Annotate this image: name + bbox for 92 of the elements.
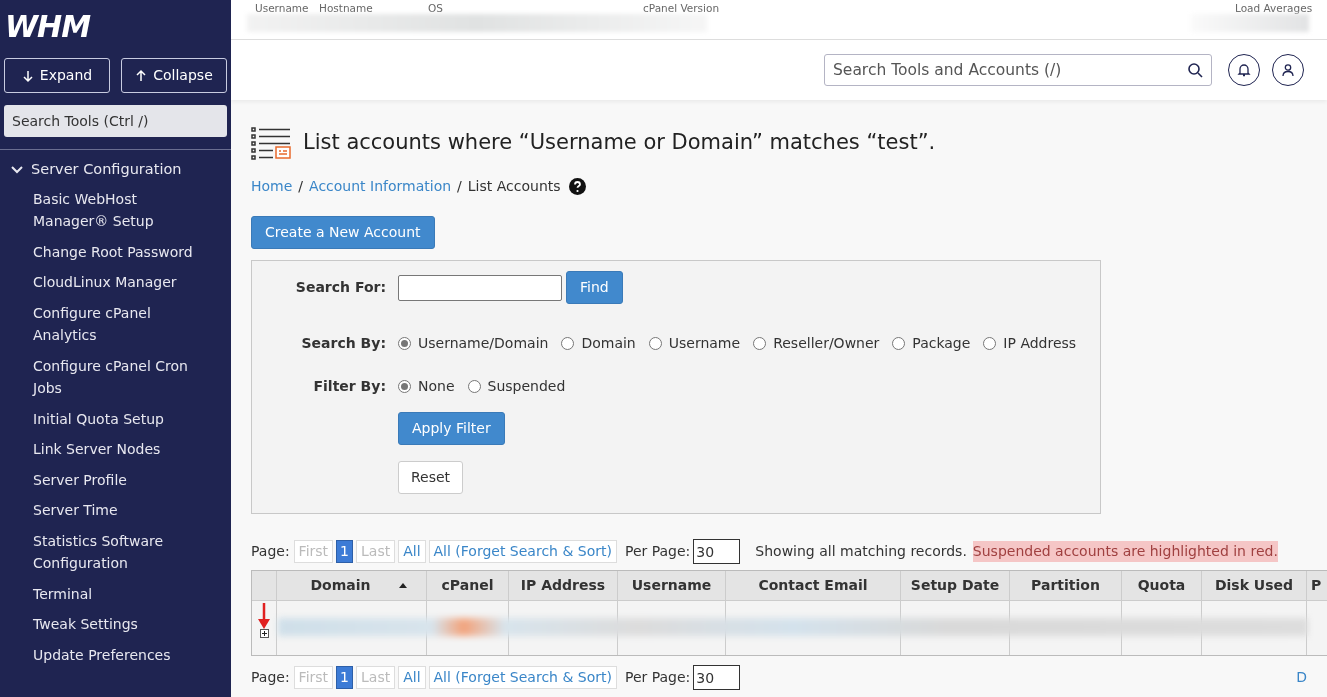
find-button[interactable]: Find [566, 271, 623, 304]
bell-icon [1237, 63, 1251, 77]
suspended-note: Suspended accounts are highlighted in red. [972, 541, 1278, 562]
apply-filter-button[interactable]: Apply Filter [398, 412, 505, 445]
breadcrumb-link[interactable]: Home [251, 176, 293, 197]
sidebar-item[interactable]: Statistics Software Configuration [33, 525, 211, 579]
page-button[interactable]: All [398, 666, 426, 689]
column-header[interactable]: cPanel [427, 571, 509, 600]
field-label: Search By: [300, 334, 386, 353]
sidebar-item[interactable]: Tweak Settings [33, 609, 138, 640]
info-label: Username [255, 1, 309, 16]
column-header[interactable]: Setup Date [901, 571, 1010, 600]
search-field[interactable]: Search Tools (Ctrl /) [4, 105, 227, 137]
sidebar-item[interactable]: Terminal [33, 578, 93, 610]
arrow-up-icon [135, 68, 148, 83]
section-header[interactable]: Server Configuration [0, 150, 231, 184]
column-header[interactable]: IP Address [509, 571, 618, 600]
expand-button[interactable]: Expand [4, 58, 110, 93]
column-header[interactable]: Username [618, 571, 726, 600]
search-field[interactable]: Search Tools and Accounts (/) [824, 54, 1212, 86]
page-button[interactable]: All (Forget Search & Sort) [428, 666, 617, 689]
sidebar-item[interactable]: Initial Quota Setup [33, 403, 164, 435]
per-page-field[interactable]: 30 [693, 665, 741, 690]
sidebar-item[interactable]: Server Profile [33, 464, 127, 496]
page-button[interactable]: All [398, 540, 426, 563]
info-label: Hostname [319, 1, 373, 16]
column-header[interactable]: Domain [277, 571, 427, 600]
pager-label: Page: [251, 668, 290, 687]
radio-button[interactable] [983, 337, 997, 350]
sidebar-item[interactable]: CloudLinux Manager [33, 267, 177, 298]
radio-option[interactable]: None [398, 376, 455, 397]
breadcrumb-current: List Accounts [467, 177, 561, 196]
radio-option[interactable]: IP Address [983, 333, 1077, 354]
user-icon [1281, 63, 1295, 77]
page-title: List accounts where “Username or Domain” matches “test”. [303, 129, 936, 157]
sidebar-item[interactable]: Basic WebHost Manager® Setup [33, 183, 211, 237]
sidebar-item[interactable]: Configure cPanel Cron Jobs [33, 350, 211, 404]
pager-label: Page: [251, 542, 290, 561]
radio-option[interactable]: Domain [561, 333, 636, 354]
link[interactable]: D [1296, 667, 1307, 688]
per-page-field[interactable]: 30 [693, 539, 741, 564]
radio-button[interactable] [648, 337, 662, 350]
records-note: Showing all matching records. [755, 542, 967, 561]
sidebar-item[interactable]: Server Time [33, 495, 118, 526]
radio-button[interactable] [892, 337, 906, 350]
arrow-down-icon [21, 68, 34, 83]
column-header[interactable]: Partition [1010, 571, 1122, 600]
radio-option[interactable]: Username [648, 333, 741, 354]
arrow-icon [258, 603, 270, 629]
create-account-button[interactable]: Create a New Account [251, 216, 435, 249]
radio-button[interactable] [753, 337, 767, 350]
column-header[interactable]: Disk Used [1202, 571, 1307, 600]
page-button[interactable]: 1 [336, 666, 353, 689]
page-button: First [293, 666, 334, 689]
help-icon[interactable] [568, 178, 586, 195]
logo[interactable]: WHM [0, 0, 231, 52]
page-button: Last [356, 666, 396, 689]
per-page-label: Per Page: [624, 668, 691, 687]
sidebar-item[interactable]: Link Server Nodes [33, 434, 161, 465]
page-button[interactable]: 1 [336, 540, 353, 563]
sidebar-item[interactable]: Configure cPanel Analytics [33, 297, 211, 351]
per-page-label: Per Page: [624, 542, 691, 561]
radio-option[interactable]: Username/Domain [398, 333, 549, 354]
radio-button[interactable] [467, 380, 481, 393]
search-input[interactable] [398, 274, 562, 301]
field-label: Search For: [294, 278, 386, 297]
radio-option[interactable]: Reseller/Owner [753, 333, 880, 354]
reset-button[interactable]: Reset [398, 461, 464, 494]
page-button[interactable]: All (Forget Search & Sort) [428, 540, 617, 563]
info-label: Load Averages [1235, 1, 1313, 16]
info-label: cPanel Version [643, 1, 720, 16]
search-icon [1187, 62, 1203, 78]
column-header[interactable]: Contact Email [726, 571, 901, 600]
field-label: Filter By: [312, 377, 386, 396]
sidebar-item[interactable]: Change Root Password [33, 236, 193, 268]
expand-row-icon[interactable] [259, 629, 269, 638]
page-button: First [293, 540, 334, 563]
column-header[interactable]: Quota [1122, 571, 1202, 600]
column-header[interactable]: P [1307, 571, 1327, 600]
breadcrumb-separator: / [298, 177, 304, 196]
radio-button[interactable] [398, 337, 411, 350]
info-label: OS [428, 1, 443, 16]
radio-option[interactable]: Suspended [467, 376, 566, 397]
list-icon [251, 126, 291, 160]
radio-option[interactable]: Package [892, 333, 971, 354]
sidebar-item[interactable]: Update Preferences [33, 639, 171, 671]
breadcrumb-link[interactable]: Account Information [309, 176, 452, 197]
breadcrumb-separator: / [457, 177, 462, 196]
page-button: Last [356, 540, 396, 563]
radio-button[interactable] [398, 380, 411, 393]
collapse-button[interactable]: Collapse [121, 58, 227, 93]
radio-button[interactable] [561, 337, 575, 350]
